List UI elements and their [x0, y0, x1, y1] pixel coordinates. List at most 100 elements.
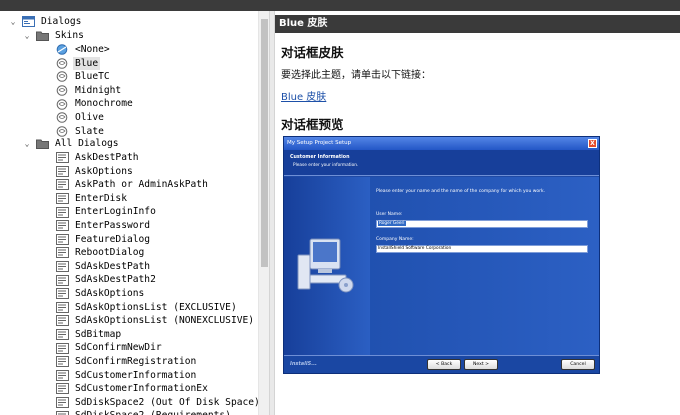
- dialog-icon: [56, 410, 69, 415]
- dialog-item-sdconfirmnewdir[interactable]: SdConfirmNewDir: [56, 341, 164, 355]
- dialog-item-label: SdBitmap: [75, 328, 122, 340]
- company-name-field: InstallShield Software Corporation: [376, 245, 588, 253]
- skin-item-monochrome[interactable]: Monochrome: [56, 97, 135, 111]
- dialog-item-label: SdConfirmRegistration: [75, 356, 197, 367]
- skin-item-midnight[interactable]: Midnight: [56, 84, 123, 98]
- skin-item-label: Monochrome: [75, 98, 133, 110]
- dialog-item-sdcustomerinformation[interactable]: SdCustomerInformation: [56, 369, 198, 383]
- dialog-item-askoptions[interactable]: AskOptions: [56, 165, 135, 179]
- tree-node-dialogs[interactable]: ⌄ Dialogs: [8, 15, 83, 29]
- dialog-icon: [56, 329, 69, 341]
- preview-brand: InstallS...: [290, 361, 317, 367]
- skin-icon: [56, 126, 69, 137]
- dialog-item-label: EnterDisk: [75, 192, 127, 204]
- dialog-tree[interactable]: ⌄ Dialogs ⌄ Skins ⌄ All Dialogs <None> Bl…: [0, 11, 258, 415]
- dialog-icon: [56, 315, 69, 327]
- dialog-item-label: SdAskOptions: [75, 288, 145, 299]
- tree-node-label: All Dialogs: [55, 138, 119, 149]
- computer-icon: [297, 238, 354, 293]
- content-header: Blue 皮肤: [275, 15, 680, 33]
- dialog-icon: [56, 233, 69, 245]
- cancel-button: Cancel: [561, 359, 595, 370]
- dialog-item-askdestpath[interactable]: AskDestPath: [56, 151, 141, 165]
- dialog-item-label: AskPath or AdminAskPath: [75, 179, 208, 191]
- next-button: Next >: [464, 359, 498, 370]
- section-heading-preview: 对话框预览: [281, 117, 344, 132]
- user-name-value: Roger Geeri: [378, 221, 406, 226]
- dialog-item-sddiskspace2-requirements[interactable]: SdDiskSpace2 (Requirements): [56, 409, 233, 415]
- dialog-icon: [56, 247, 69, 259]
- top-strip: [0, 0, 680, 11]
- dialog-icon: [56, 179, 69, 191]
- dialog-item-sdconfirmregistration[interactable]: SdConfirmRegistration: [56, 355, 198, 369]
- dialog-item-sdaskoptions[interactable]: SdAskOptions: [56, 287, 146, 301]
- dialog-item-label: EnterPassword: [75, 220, 151, 231]
- tree-scrollbar[interactable]: [258, 11, 269, 415]
- folder-icon: [36, 138, 49, 150]
- skin-item-label: BlueTC: [75, 71, 110, 83]
- dialog-item-label: SdConfirmNewDir: [75, 342, 162, 354]
- dialog-item-sdaskdestpath2[interactable]: SdAskDestPath2: [56, 273, 158, 287]
- dialog-item-sdbitmap[interactable]: SdBitmap: [56, 328, 123, 342]
- tree-node-label: Skins: [55, 30, 84, 41]
- folder-icon: [36, 30, 49, 42]
- dialog-icon: [56, 206, 69, 218]
- dialog-item-enterlogininfo[interactable]: EnterLoginInfo: [56, 205, 158, 219]
- preview-title-bar: My Setup Project Setup X: [284, 137, 599, 150]
- dialog-icon: [56, 261, 69, 273]
- dialog-icon: [56, 397, 69, 409]
- preview-header: Customer Information Please enter your i…: [284, 150, 599, 176]
- scrollbar-thumb[interactable]: [261, 19, 268, 267]
- chevron-down-icon[interactable]: ⌄: [8, 15, 18, 29]
- skin-item-label: Olive: [75, 112, 104, 123]
- dialog-item-sdaskoptionslist-exclusive[interactable]: SdAskOptionsList (EXCLUSIVE): [56, 301, 239, 315]
- dialog-icon: [56, 301, 69, 313]
- dialog-preview: My Setup Project Setup X Customer Inform…: [283, 136, 600, 374]
- tree-node-label: Dialogs: [41, 16, 82, 27]
- dialog-item-label: SdDiskSpace2 (Requirements): [73, 409, 233, 415]
- dialog-item-label: EnterLoginInfo: [75, 206, 156, 218]
- dialog-item-sdcustomerinformationex[interactable]: SdCustomerInformationEx: [56, 382, 210, 396]
- chevron-down-icon[interactable]: ⌄: [22, 137, 32, 151]
- dialog-item-sddiskspace2-out-of-disk-space[interactable]: SdDiskSpace2 (Out Of Disk Space): [56, 396, 258, 410]
- skin-item-blue[interactable]: Blue: [56, 56, 101, 71]
- skin-item-label: Blue: [73, 56, 101, 71]
- user-name-field: Roger Geeri: [376, 220, 588, 228]
- preview-section-subtitle: Please enter your information.: [293, 163, 359, 168]
- skin-item-none[interactable]: <None>: [56, 43, 112, 57]
- skin-item-bluetc[interactable]: BlueTC: [56, 70, 112, 84]
- none-skin-icon: [56, 44, 69, 56]
- dialog-item-label: RebootDialog: [75, 247, 145, 259]
- dialog-item-enterdisk[interactable]: EnterDisk: [56, 192, 129, 206]
- dialog-item-sdaskoptionslist-nonexclusive[interactable]: SdAskOptionsList (NONEXCLUSIVE): [56, 314, 256, 328]
- dialog-icon: [56, 288, 69, 300]
- dialog-item-enterpassword[interactable]: EnterPassword: [56, 219, 152, 233]
- apply-skin-link[interactable]: Blue 皮肤: [281, 88, 326, 103]
- dialog-icon: [56, 383, 69, 395]
- tree-node-all-dialogs[interactable]: ⌄ All Dialogs: [22, 137, 121, 151]
- dialog-item-askpath-or-adminaskpath[interactable]: AskPath or AdminAskPath: [56, 178, 210, 192]
- dialog-icon: [56, 274, 69, 286]
- close-icon: X: [588, 139, 597, 148]
- back-button: < Back: [427, 359, 461, 370]
- skin-icon: [56, 85, 69, 96]
- skin-item-olive[interactable]: Olive: [56, 111, 106, 125]
- dialog-icon: [56, 342, 69, 354]
- skin-icon: [56, 58, 69, 69]
- instruction-text: 要选择此主题，请单击以下链接：: [281, 70, 431, 81]
- preview-side-panel: [284, 177, 370, 355]
- dialog-item-label: SdCustomerInformationEx: [75, 383, 208, 395]
- dialog-item-sdaskdestpath[interactable]: SdAskDestPath: [56, 260, 152, 274]
- dialog-item-label: FeatureDialog: [75, 233, 151, 245]
- skin-item-slate[interactable]: Slate: [56, 125, 106, 139]
- dialog-item-rebootdialog[interactable]: RebootDialog: [56, 246, 146, 260]
- tree-node-skins[interactable]: ⌄ Skins: [22, 29, 86, 43]
- chevron-down-icon[interactable]: ⌄: [22, 29, 32, 43]
- dialog-icon: [56, 165, 69, 177]
- dialog-icon: [56, 369, 69, 381]
- dialog-item-label: SdAskOptionsList (NONEXCLUSIVE): [75, 315, 255, 327]
- preview-footer: InstallS... < Back Next > Cancel: [284, 355, 599, 373]
- dialog-icon: [56, 220, 69, 232]
- skin-icon: [56, 98, 69, 110]
- dialog-item-featuredialog[interactable]: FeatureDialog: [56, 233, 152, 247]
